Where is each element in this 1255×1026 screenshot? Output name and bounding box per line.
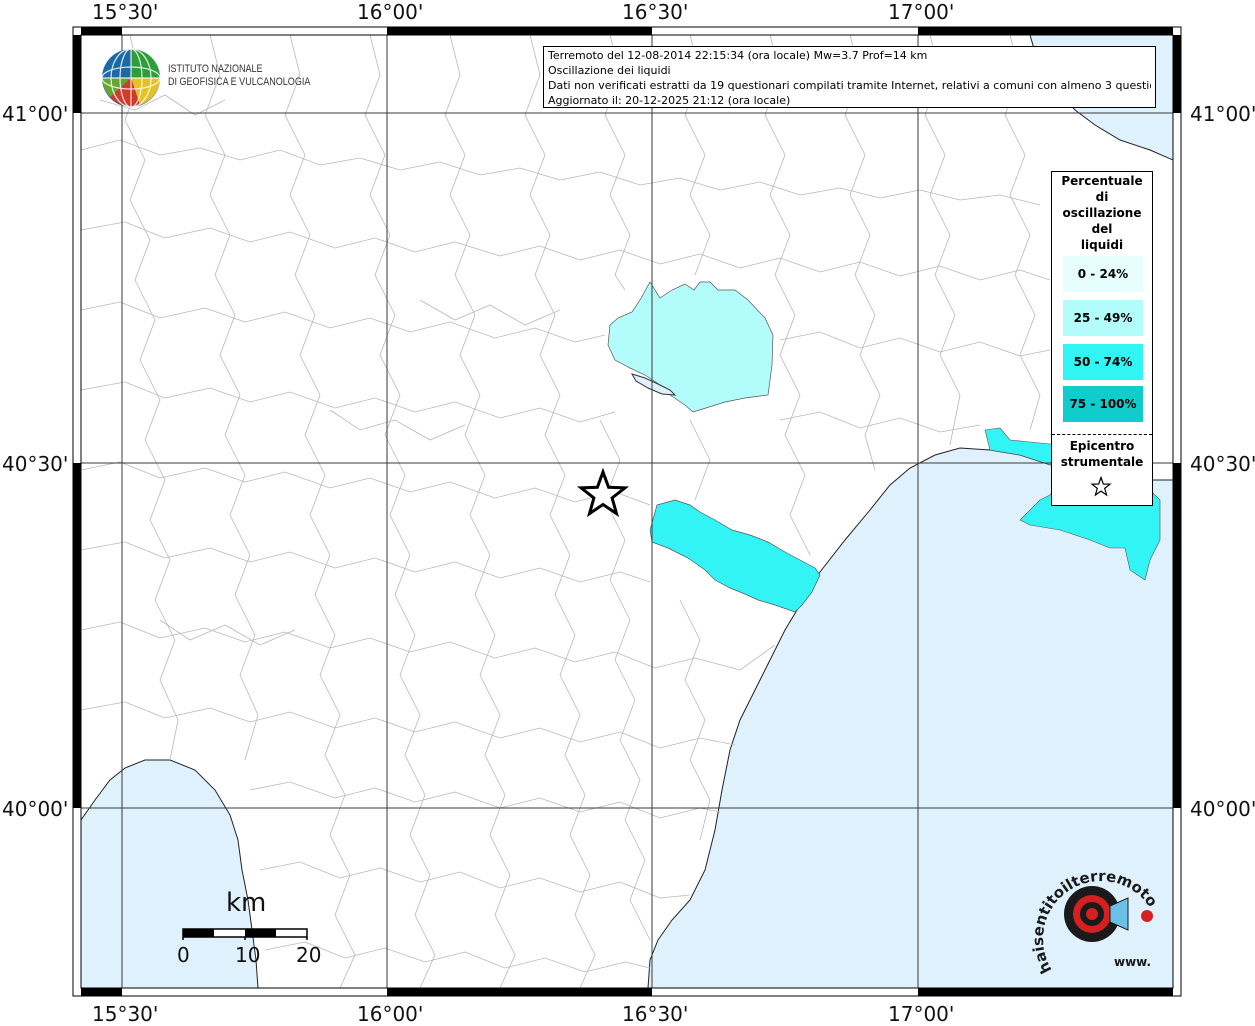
scale-bar	[182, 928, 308, 940]
ingv-name-line2: DI GEOFISICA E VULCANOLOGIA	[168, 76, 311, 88]
legend-separator	[1052, 434, 1152, 435]
scale-label-0: 0	[177, 943, 190, 967]
y-tick-left-3: 40°00'	[2, 797, 69, 821]
y-tick-right-3: 40°00'	[1190, 797, 1255, 821]
legend-star-icon	[1090, 476, 1112, 497]
scale-unit: km	[226, 888, 267, 918]
haisentito-logo-icon[interactable]: haisentitoilterremoto.it www.	[1032, 858, 1162, 978]
legend-title-line: oscillazione	[1062, 206, 1142, 220]
x-tick-bottom-1: 15°30'	[92, 1002, 159, 1026]
legend-item-75-100: 75 - 100%	[1063, 386, 1143, 422]
legend: Percentuale di oscillazione del liquidi …	[1051, 171, 1153, 506]
x-tick-bottom-2: 16°00'	[357, 1002, 424, 1026]
legend-title-line: Percentuale	[1061, 174, 1143, 188]
y-tick-left-1: 41°00'	[2, 102, 69, 126]
scale-label-20: 20	[296, 943, 322, 967]
y-tick-left-2: 40°30'	[2, 452, 69, 476]
legend-epicenter-title: Epicentro strumentale	[1052, 438, 1152, 470]
ingv-globe-icon	[101, 48, 161, 108]
legend-item-50-74: 50 - 74%	[1063, 344, 1143, 380]
legend-title: Percentuale di oscillazione del liquidi	[1052, 172, 1152, 253]
legend-title-line: liquidi	[1080, 238, 1124, 252]
ingv-name: ISTITUTO NAZIONALE DI GEOFISICA E VULCAN…	[168, 63, 310, 89]
x-tick-top-1: 15°30'	[92, 0, 159, 24]
x-tick-top-2: 16°00'	[357, 0, 424, 24]
legend-item-0-24: 0 - 24%	[1063, 256, 1143, 292]
x-tick-bottom-4: 17°00'	[888, 1002, 955, 1026]
legend-title-line: del	[1091, 222, 1113, 236]
data-note: Dati non verificati estratti da 19 quest…	[548, 79, 1151, 92]
event-info-box: Terremoto del 12-08-2014 22:15:34 (ora l…	[543, 46, 1156, 108]
y-tick-right-2: 40°30'	[1190, 452, 1255, 476]
haisentito-url: www.	[1114, 955, 1151, 969]
event-title: Terremoto del 12-08-2014 22:15:34 (ora l…	[548, 49, 928, 62]
y-tick-right-1: 41°00'	[1190, 102, 1255, 126]
ingv-name-line1: ISTITUTO NAZIONALE	[168, 63, 263, 75]
update-time: Aggiornato il: 20-12-2025 21:12 (ora loc…	[548, 94, 791, 107]
legend-epicenter-line: Epicentro	[1069, 439, 1135, 453]
x-tick-top-4: 17°00'	[888, 0, 955, 24]
legend-epicenter-line: strumentale	[1060, 455, 1144, 469]
legend-title-line: di	[1095, 190, 1109, 204]
map-subject: Oscillazione dei liquidi	[548, 64, 671, 77]
x-tick-top-3: 16°30'	[622, 0, 689, 24]
x-tick-bottom-3: 16°30'	[622, 1002, 689, 1026]
legend-item-25-49: 25 - 49%	[1063, 300, 1143, 336]
scale-label-10: 10	[235, 943, 261, 967]
